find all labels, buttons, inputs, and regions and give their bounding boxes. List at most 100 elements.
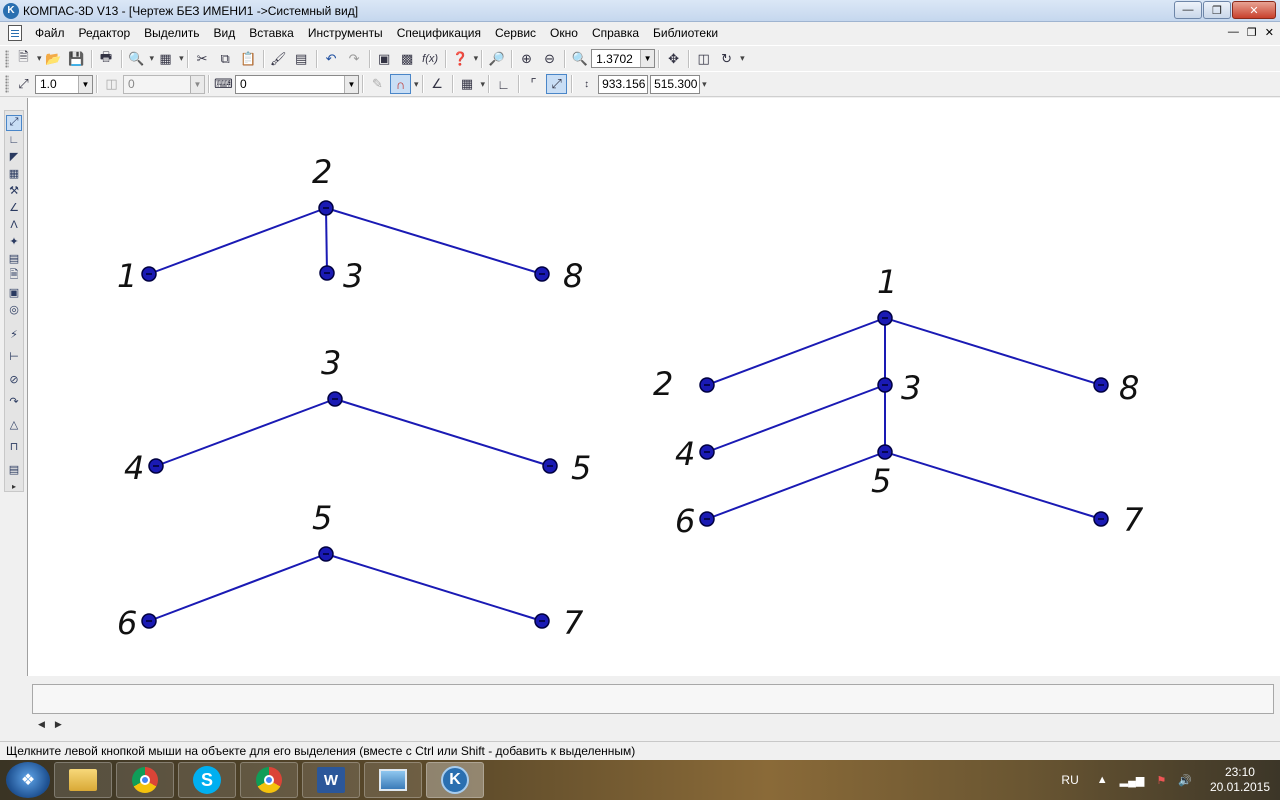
menu-libraries[interactable]: Библиотеки <box>646 26 725 40</box>
doc-restore-button[interactable]: ❐ <box>1247 26 1257 39</box>
new-dropdown-icon[interactable]: ▾ <box>37 53 42 64</box>
taskbar-kompas[interactable]: K <box>426 762 484 798</box>
hatch-tool-icon[interactable]: ▤ <box>6 461 22 477</box>
clock[interactable]: 23:10 20.01.2015 <box>1210 765 1270 795</box>
copy-icon[interactable]: ⧉ <box>215 49 236 69</box>
manager-dropdown-icon[interactable]: ▾ <box>179 53 184 64</box>
start-button[interactable]: ❖ <box>6 762 50 798</box>
corner-tool-icon[interactable]: ⊢ <box>6 349 22 365</box>
toolbar-grip[interactable] <box>5 75 9 93</box>
network-signal-icon[interactable]: ▂▄▆ <box>1120 774 1145 787</box>
doc-close-button[interactable]: ✕ <box>1265 26 1274 39</box>
menu-view[interactable]: Вид <box>207 26 243 40</box>
layer-state-icon[interactable]: ⌨ <box>213 74 234 94</box>
graph-edge[interactable] <box>334 398 551 467</box>
menu-help[interactable]: Справка <box>585 26 646 40</box>
cut-icon[interactable]: ✂ <box>192 49 213 69</box>
scroll-left-icon[interactable]: ◀ <box>38 719 45 730</box>
frame-tool-icon[interactable]: ⊓ <box>6 439 22 455</box>
print-icon[interactable]: 🖶 <box>96 49 117 69</box>
redo-icon[interactable]: ↷ <box>344 49 365 69</box>
local-snap-icon[interactable]: ∠ <box>427 74 448 94</box>
toolbar-overflow-icon[interactable]: ▾ <box>702 79 707 90</box>
doc-minimize-button[interactable]: — <box>1228 26 1239 39</box>
graph-edge[interactable] <box>325 207 328 274</box>
maximize-button[interactable]: ❐ <box>1203 1 1231 19</box>
round-tool-icon[interactable]: ⊘ <box>6 371 22 387</box>
undo-icon[interactable]: ↶ <box>321 49 342 69</box>
pan-icon[interactable]: ✥ <box>663 49 684 69</box>
cursor-step-icon[interactable]: ⤢ <box>13 74 34 94</box>
graph-edge[interactable] <box>706 317 886 386</box>
taskbar-chrome[interactable] <box>116 762 174 798</box>
cursor-step-dropdown-icon[interactable]: ▼ <box>78 75 92 93</box>
zoom-dropdown-icon[interactable]: ▼ <box>640 50 655 67</box>
scroll-right-icon[interactable]: ▶ <box>55 719 62 730</box>
properties-icon[interactable]: ▤ <box>291 49 312 69</box>
minimize-button[interactable]: — <box>1174 1 1202 19</box>
view-state-select[interactable]: 0 ▼ <box>123 74 205 94</box>
zoom-window-icon[interactable]: 🔎 <box>486 49 507 69</box>
arc-tool-icon[interactable]: ↷ <box>6 394 22 410</box>
menu-editor[interactable]: Редактор <box>72 26 138 40</box>
drawing-canvas[interactable]: 213834556712384567 <box>27 98 1280 676</box>
taskbar-picture-viewer[interactable] <box>364 762 422 798</box>
toolbar-overflow-icon[interactable]: ▾ <box>740 53 745 64</box>
electric-tool-icon[interactable]: ⚡ <box>6 326 22 342</box>
grid-icon[interactable]: ▦ <box>457 74 478 94</box>
symbols-tool-icon[interactable]: ▦ <box>6 166 22 182</box>
fragments-tool-icon[interactable]: ◎ <box>6 302 22 318</box>
edit-tool-icon[interactable]: ⚒ <box>6 183 22 199</box>
layer-state-select[interactable]: 0 ▼ <box>235 74 359 94</box>
menu-specification[interactable]: Спецификация <box>390 26 488 40</box>
dimensions-tool-icon[interactable]: ◤ <box>6 149 22 165</box>
manager-icon[interactable]: ▦ <box>155 49 176 69</box>
help-dropdown-icon[interactable]: ▾ <box>474 53 479 64</box>
language-indicator[interactable]: RU <box>1061 773 1078 787</box>
measure-tool-icon[interactable]: Λ <box>6 217 22 233</box>
triangle-tool-icon[interactable]: △ <box>6 416 22 432</box>
cursor-step-select[interactable]: 1.0 ▼ <box>35 74 93 94</box>
round-coords-icon[interactable]: ⤢ <box>546 74 568 94</box>
taskbar-word[interactable]: W <box>302 762 360 798</box>
menu-file[interactable]: Файл <box>28 26 72 40</box>
object-properties-icon[interactable]: ✎ <box>367 74 388 94</box>
x-coordinate-field[interactable]: 933.156 <box>598 74 649 94</box>
layer-state-dropdown-icon[interactable]: ▼ <box>344 75 358 93</box>
local-cs-icon[interactable]: ∟ <box>493 74 514 94</box>
document-icon[interactable] <box>8 25 22 41</box>
snap-magnet-icon[interactable]: ∩ <box>390 74 411 94</box>
close-button[interactable]: ✕ <box>1232 1 1276 19</box>
zoom-out-icon[interactable]: ⊖ <box>539 49 560 69</box>
zoom-scale-icon[interactable]: 🔍 <box>569 49 590 69</box>
properties-panel[interactable] <box>32 684 1274 714</box>
graph-edge[interactable] <box>155 398 336 467</box>
taskbar-skype[interactable]: S <box>178 762 236 798</box>
menu-window[interactable]: Окно <box>543 26 585 40</box>
preview-icon[interactable]: 🔍 <box>126 49 147 69</box>
graph-edge[interactable] <box>325 553 543 622</box>
graph-edge[interactable] <box>148 207 327 275</box>
variables-icon[interactable]: f(x) <box>420 49 441 69</box>
menu-select[interactable]: Выделить <box>137 26 206 40</box>
view-state-icon[interactable]: ◫ <box>101 74 122 94</box>
library-manager-icon[interactable]: ▩ <box>397 49 418 69</box>
graph-edge[interactable] <box>884 451 1102 520</box>
select-tool-icon[interactable]: ⤢ <box>6 114 22 131</box>
reports-tool-icon[interactable]: 🗎 <box>6 268 22 284</box>
format-brush-icon[interactable]: 🖌 <box>268 49 289 69</box>
graph-edge[interactable] <box>706 384 886 453</box>
show-all-icon[interactable]: ◫ <box>693 49 714 69</box>
grid-dropdown-icon[interactable]: ▾ <box>481 79 486 90</box>
drawing-graph[interactable]: 21 3 834 556 712 3 8456 7 <box>28 98 1280 676</box>
graph-edge[interactable] <box>148 553 327 622</box>
save-icon[interactable]: 💾 <box>66 49 87 69</box>
taskbar-explorer[interactable] <box>54 762 112 798</box>
toolbar-grip[interactable] <box>5 49 9 68</box>
menu-service[interactable]: Сервис <box>488 26 543 40</box>
menu-tools[interactable]: Инструменты <box>301 26 390 40</box>
menu-insert[interactable]: Вставка <box>242 26 301 40</box>
geometry-tool-icon[interactable]: ∟ <box>6 132 22 148</box>
view-state-dropdown-icon[interactable]: ▼ <box>190 75 204 93</box>
tray-expand-icon[interactable]: ▲ <box>1097 774 1108 786</box>
